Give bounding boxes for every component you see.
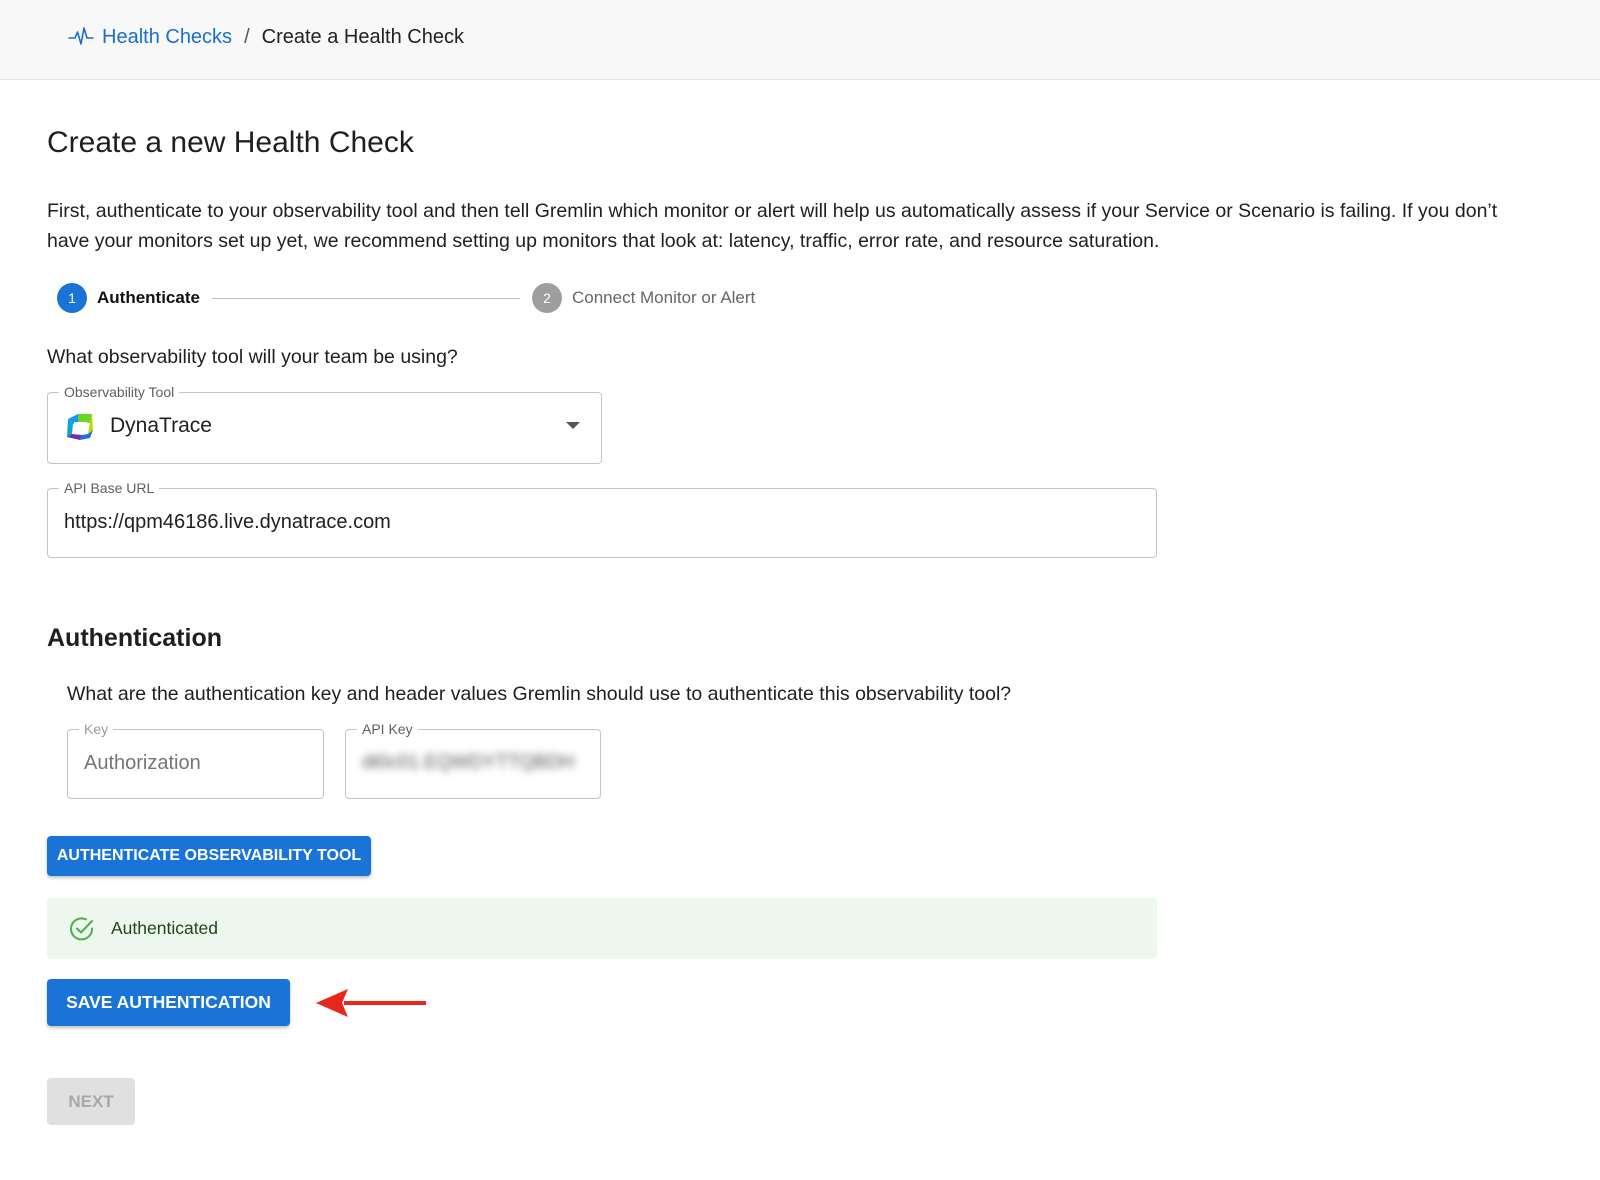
observability-tool-select[interactable]: Observability Tool DynaTrace <box>47 384 602 464</box>
observability-tool-value: DynaTrace <box>110 414 212 437</box>
authenticated-text: Authenticated <box>111 918 219 938</box>
dynatrace-logo-icon <box>64 410 96 442</box>
key-input[interactable] <box>84 737 307 789</box>
api-base-url-label: API Base URL <box>64 480 155 496</box>
authenticate-tool-button[interactable]: Authenticate Observability Tool <box>47 836 371 876</box>
next-button[interactable]: Next <box>47 1078 135 1125</box>
authentication-question: What are the authentication key and head… <box>67 683 1012 705</box>
step-1-label: Authenticate <box>97 288 200 307</box>
key-label: Key <box>84 721 109 737</box>
step-1-number: 1 <box>57 283 87 313</box>
authentication-heading: Authentication <box>47 624 222 652</box>
observability-tool-label: Observability Tool <box>64 384 175 400</box>
api-key-label: API Key <box>362 721 413 737</box>
stepper: 1 Authenticate 2 Connect Monitor or Aler… <box>57 282 755 314</box>
api-base-url-input[interactable] <box>64 496 1140 548</box>
tool-question: What observability tool will your team b… <box>47 346 458 368</box>
breadcrumb-current: Create a Health Check <box>261 26 464 48</box>
intro-text: First, authenticate to your observabilit… <box>47 200 1498 252</box>
api-base-url-field: API Base URL <box>47 480 1157 558</box>
chevron-down-icon[interactable] <box>561 414 585 438</box>
page-title: Create a new Health Check <box>47 126 414 159</box>
step-connector <box>211 297 520 299</box>
step-2-label: Connect Monitor or Alert <box>571 288 756 307</box>
breadcrumb-health-checks-link[interactable]: Health Checks <box>102 24 232 50</box>
step-2-number: 2 <box>531 283 562 313</box>
api-key-field: API Key dt0c01.EQWDYTTQBDH <box>345 721 601 799</box>
check-circle-icon <box>69 916 95 942</box>
annotation-arrow-icon <box>316 986 428 1020</box>
key-field: Key <box>67 721 324 799</box>
breadcrumb-separator: / <box>244 26 250 48</box>
top-bar: Health Checks / Create a Health Check <box>0 0 1600 80</box>
api-key-input[interactable]: dt0c01.EQWDYTTQBDH <box>362 737 584 789</box>
authenticated-alert: Authenticated <box>47 898 1157 959</box>
heartbeat-icon <box>68 24 94 50</box>
api-key-value: dt0c01.EQWDYTTQBDH <box>362 752 575 773</box>
save-authentication-button[interactable]: Save Authentication <box>47 979 290 1026</box>
breadcrumb: Health Checks / Create a Health Check <box>68 24 464 50</box>
